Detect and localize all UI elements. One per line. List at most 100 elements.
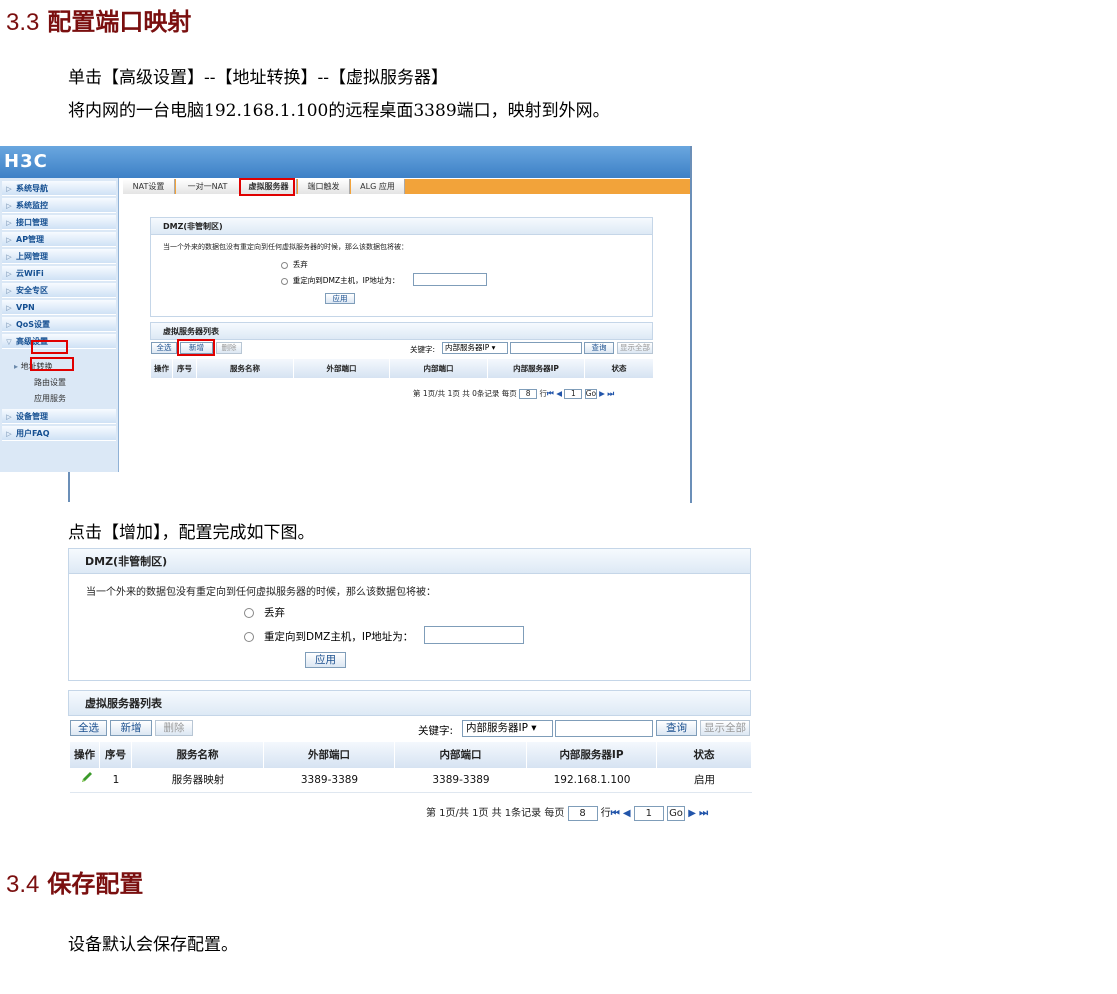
edit-icon[interactable] bbox=[80, 770, 94, 792]
keyword-select-large[interactable]: 内部服务器IP ▾ bbox=[462, 720, 553, 737]
dmz-title: DMZ(非管制区) bbox=[150, 217, 653, 235]
col-internal-ip: 内部服务器IP bbox=[527, 742, 657, 768]
dmz-description-large: 当一个外来的数据包没有重定向到任何虚拟服务器的时候，那么该数据包将被： bbox=[86, 587, 436, 598]
sidebar-item-internet[interactable]: ▷ 上网管理 bbox=[2, 249, 116, 264]
per-page-input[interactable]: 8 bbox=[519, 389, 538, 399]
per-page-input[interactable]: 8 bbox=[567, 805, 598, 821]
dmz-option-drop-large[interactable]: 丢弃 bbox=[244, 605, 285, 620]
header-bar: H3C bbox=[0, 146, 690, 178]
tab-alg[interactable]: ALG 应用 bbox=[351, 179, 405, 194]
sidebar-item-device[interactable]: ▷ 设备管理 bbox=[2, 409, 116, 424]
chevron-down-icon: ▾ bbox=[531, 722, 537, 734]
row-external-port: 3389-3389 bbox=[300, 774, 359, 786]
go-button[interactable]: Go bbox=[667, 805, 685, 821]
tab-bar: NAT设置 一对一NAT 虚拟服务器 端口触发 ALG 应用 bbox=[123, 179, 690, 194]
col-seq: 序号 bbox=[173, 359, 197, 378]
col-action: 操作 bbox=[70, 742, 100, 768]
dmz-option-redirect[interactable]: 重定向到DMZ主机，IP地址为： bbox=[281, 275, 399, 286]
sidebar-item-qos[interactable]: ▷ QoS设置 bbox=[2, 317, 116, 332]
select-all-button[interactable]: 全选 bbox=[151, 342, 177, 354]
sidebar-item-faq[interactable]: ▷ 用户FAQ bbox=[2, 426, 116, 441]
tab-one-to-one-nat[interactable]: 一对一NAT bbox=[176, 179, 240, 194]
delete-button-large[interactable]: 删除 bbox=[155, 720, 193, 736]
section-heading-3-4: 3.4 保存配置 bbox=[6, 864, 143, 899]
radio-redirect-large[interactable] bbox=[244, 632, 254, 642]
table-row[interactable]: 1 服务器映射 3389-3389 3389-3389 192.168.1.10… bbox=[70, 769, 752, 793]
section-number: 3.3 bbox=[6, 9, 40, 36]
section-title: 保存配置 bbox=[47, 870, 144, 898]
next-page-icon[interactable]: ▶ bbox=[599, 389, 605, 398]
tab-port-trigger[interactable]: 端口触发 bbox=[298, 179, 350, 194]
section-title: 配置端口映射 bbox=[47, 8, 192, 36]
intro-text: 将内网的一台电脑192.168.1.100的远程桌面3389端口，映射到外网。 bbox=[68, 101, 610, 121]
highlight-virtual-server-tab bbox=[239, 178, 295, 196]
show-all-button-large[interactable]: 显示全部 bbox=[700, 720, 750, 736]
dmz-option-redirect-large[interactable]: 重定向到DMZ主机，IP地址为： bbox=[244, 629, 413, 644]
section-number: 3.4 bbox=[6, 871, 40, 898]
dmz-apply-button[interactable]: 应用 bbox=[325, 293, 355, 304]
col-external-port: 外部端口 bbox=[294, 359, 390, 378]
vs-table-header: 操作 序号 服务名称 外部端口 内部端口 内部服务器IP 状态 bbox=[151, 359, 654, 378]
select-all-button-large[interactable]: 全选 bbox=[70, 720, 107, 736]
sidebar: ▷ 系统导航 ▷ 系统监控 ▷ 接口管理 ▷ AP管理 ▷ 上网管理 ▷ 云WiFi ▷ 安全… bbox=[0, 178, 119, 472]
prev-page-icon[interactable]: ◀ bbox=[623, 808, 631, 819]
row-internal-port: 3389-3389 bbox=[432, 774, 490, 786]
first-page-icon[interactable]: ⏮ bbox=[611, 808, 620, 819]
sidebar-item-ap[interactable]: ▷ AP管理 bbox=[2, 232, 116, 247]
highlight-advanced bbox=[31, 340, 68, 354]
go-button[interactable]: Go bbox=[584, 389, 597, 399]
delete-button[interactable]: 删除 bbox=[216, 342, 242, 354]
next-page-icon[interactable]: ▶ bbox=[688, 808, 696, 819]
first-page-icon[interactable]: ⏮ bbox=[547, 389, 554, 398]
last-page-icon[interactable]: ⏭ bbox=[699, 808, 708, 819]
pagination-large: 第 1页/共 1页 共 1条记录 每页 8 行⏮ ◀ 1 Go ▶ ⏭ bbox=[426, 805, 709, 821]
row-service-name: 服务器映射 bbox=[171, 774, 225, 786]
row-internal-ip: 192.168.1.100 bbox=[553, 774, 631, 786]
dmz-ip-input[interactable] bbox=[413, 273, 487, 286]
radio-redirect[interactable] bbox=[281, 277, 288, 285]
col-service-name: 服务名称 bbox=[197, 359, 294, 378]
keyword-label: 关键字: bbox=[410, 345, 436, 354]
radio-drop[interactable] bbox=[281, 261, 288, 269]
sidebar-item-interface[interactable]: ▷ 接口管理 bbox=[2, 215, 116, 230]
col-internal-ip: 内部服务器IP bbox=[488, 359, 585, 378]
col-action: 操作 bbox=[151, 359, 173, 378]
dmz-option-drop[interactable]: 丢弃 bbox=[281, 259, 308, 270]
dmz-ip-input-large[interactable] bbox=[424, 626, 524, 644]
router-admin-screenshot: H3C ▷ 系统导航 ▷ 系统监控 ▷ 接口管理 ▷ AP管理 ▷ 上网管理 ▷ 云WiFi… bbox=[0, 146, 695, 503]
col-external-port: 外部端口 bbox=[264, 742, 395, 768]
search-button-large[interactable]: 查询 bbox=[656, 720, 697, 736]
sidebar-item-security[interactable]: ▷ 安全专区 bbox=[2, 283, 116, 298]
keyword-input-large[interactable] bbox=[555, 720, 653, 737]
sidebar-item-vpn[interactable]: ▷ VPN bbox=[2, 300, 116, 315]
search-button[interactable]: 查询 bbox=[584, 342, 614, 354]
row-status: 启用 bbox=[694, 774, 715, 786]
page-input[interactable]: 1 bbox=[564, 389, 583, 399]
last-page-icon[interactable]: ⏭ bbox=[607, 389, 614, 398]
highlight-nat bbox=[30, 357, 74, 371]
dmz-apply-button-large[interactable]: 应用 bbox=[305, 652, 346, 668]
page-input[interactable]: 1 bbox=[633, 805, 664, 821]
frame-divider bbox=[690, 146, 692, 503]
radio-drop-large[interactable] bbox=[244, 608, 254, 618]
show-all-button[interactable]: 显示全部 bbox=[617, 342, 653, 354]
dmz-description: 当一个外来的数据包没有重定向到任何虚拟服务器的时候，那么该数据包将被： bbox=[163, 243, 408, 251]
pagination: 第 1页/共 1页 共 0条记录 每页 8 行⏮ ◀ 1 Go ▶ ⏭ bbox=[413, 389, 615, 399]
save-default-text: 设备默认会保存配置。 bbox=[68, 935, 238, 955]
h3c-logo: H3C bbox=[4, 151, 48, 172]
add-button-large[interactable]: 新增 bbox=[110, 720, 152, 736]
nav-path-text: 单击【高级设置】--【地址转换】--【虚拟服务器】 bbox=[68, 68, 448, 88]
col-seq: 序号 bbox=[100, 742, 132, 768]
sidebar-subitem-app-service[interactable]: 应用服务 bbox=[34, 393, 66, 404]
click-add-text: 点击【增加】，配置完成如下图。 bbox=[68, 523, 315, 543]
sidebar-subitem-routing[interactable]: 路由设置 bbox=[34, 377, 66, 388]
frame-divider-bottom bbox=[68, 472, 70, 502]
prev-page-icon[interactable]: ◀ bbox=[556, 389, 562, 398]
keyword-input[interactable] bbox=[510, 342, 582, 354]
sidebar-item-nav[interactable]: ▷ 系统导航 bbox=[2, 181, 116, 196]
sidebar-item-cloud-wifi[interactable]: ▷ 云WiFi bbox=[2, 266, 116, 281]
keyword-select[interactable]: 内部服务器IP ▾ bbox=[442, 342, 508, 354]
col-internal-port: 内部端口 bbox=[390, 359, 488, 378]
sidebar-item-monitor[interactable]: ▷ 系统监控 bbox=[2, 198, 116, 213]
tab-nat[interactable]: NAT设置 bbox=[123, 179, 175, 194]
